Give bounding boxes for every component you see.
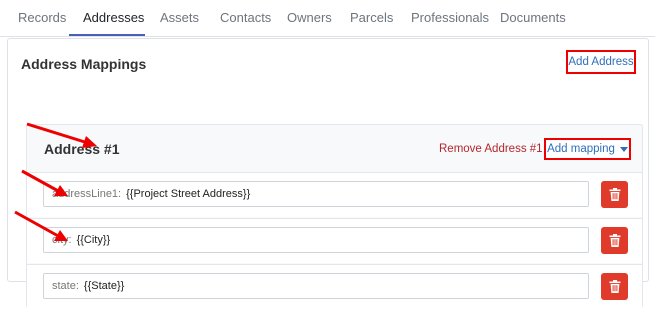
address-card: Address #1 Remove Address #1 Add mapping… [26,124,643,309]
address-mappings-panel: Address Mappings Add Address Address #1 … [7,38,649,309]
delete-mapping-button[interactable] [601,273,628,300]
trash-icon [609,188,620,201]
tab-records[interactable]: Records [18,10,66,25]
remove-address-link[interactable]: Remove Address #1 [439,143,543,155]
add-mapping-button[interactable]: Add mapping [544,138,631,160]
mapping-value: {{State}} [83,280,125,292]
tab-parcels[interactable]: Parcels [350,10,393,25]
mapping-key: state: [52,280,79,292]
mapping-row: addressLine1: {{Project Street Address}} [27,172,642,217]
delete-mapping-button[interactable] [601,181,628,208]
active-tab-indicator [69,34,145,36]
tab-bar: Records Addresses Assets Contacts Owners… [0,0,655,37]
mapping-key: city: [52,234,72,246]
tab-addresses[interactable]: Addresses [83,10,144,25]
tab-owners[interactable]: Owners [287,10,332,25]
add-address-button[interactable]: Add Address [566,50,636,74]
mapping-row: city: {{City}} [27,218,642,263]
tab-assets[interactable]: Assets [160,10,199,25]
address-card-title: Address #1 [44,141,120,157]
delete-mapping-button[interactable] [601,227,628,254]
mapping-value: {{Project Street Address}} [126,188,251,200]
tab-contacts[interactable]: Contacts [220,10,271,25]
mapping-field[interactable]: city: {{City}} [43,227,589,253]
mapping-field[interactable]: state: {{State}} [43,273,589,299]
mapping-key: addressLine1: [52,188,122,200]
add-mapping-label: Add mapping [547,143,615,155]
mapping-field[interactable]: addressLine1: {{Project Street Address}} [43,181,589,207]
panel-title: Address Mappings [21,56,147,72]
tab-professionals[interactable]: Professionals [411,10,489,25]
trash-icon [609,234,620,247]
caret-down-icon [619,146,628,152]
tab-documents[interactable]: Documents [500,10,566,25]
mapping-row: state: {{State}} [27,264,642,309]
trash-icon [609,280,620,293]
mapping-value: {{City}} [76,234,111,246]
